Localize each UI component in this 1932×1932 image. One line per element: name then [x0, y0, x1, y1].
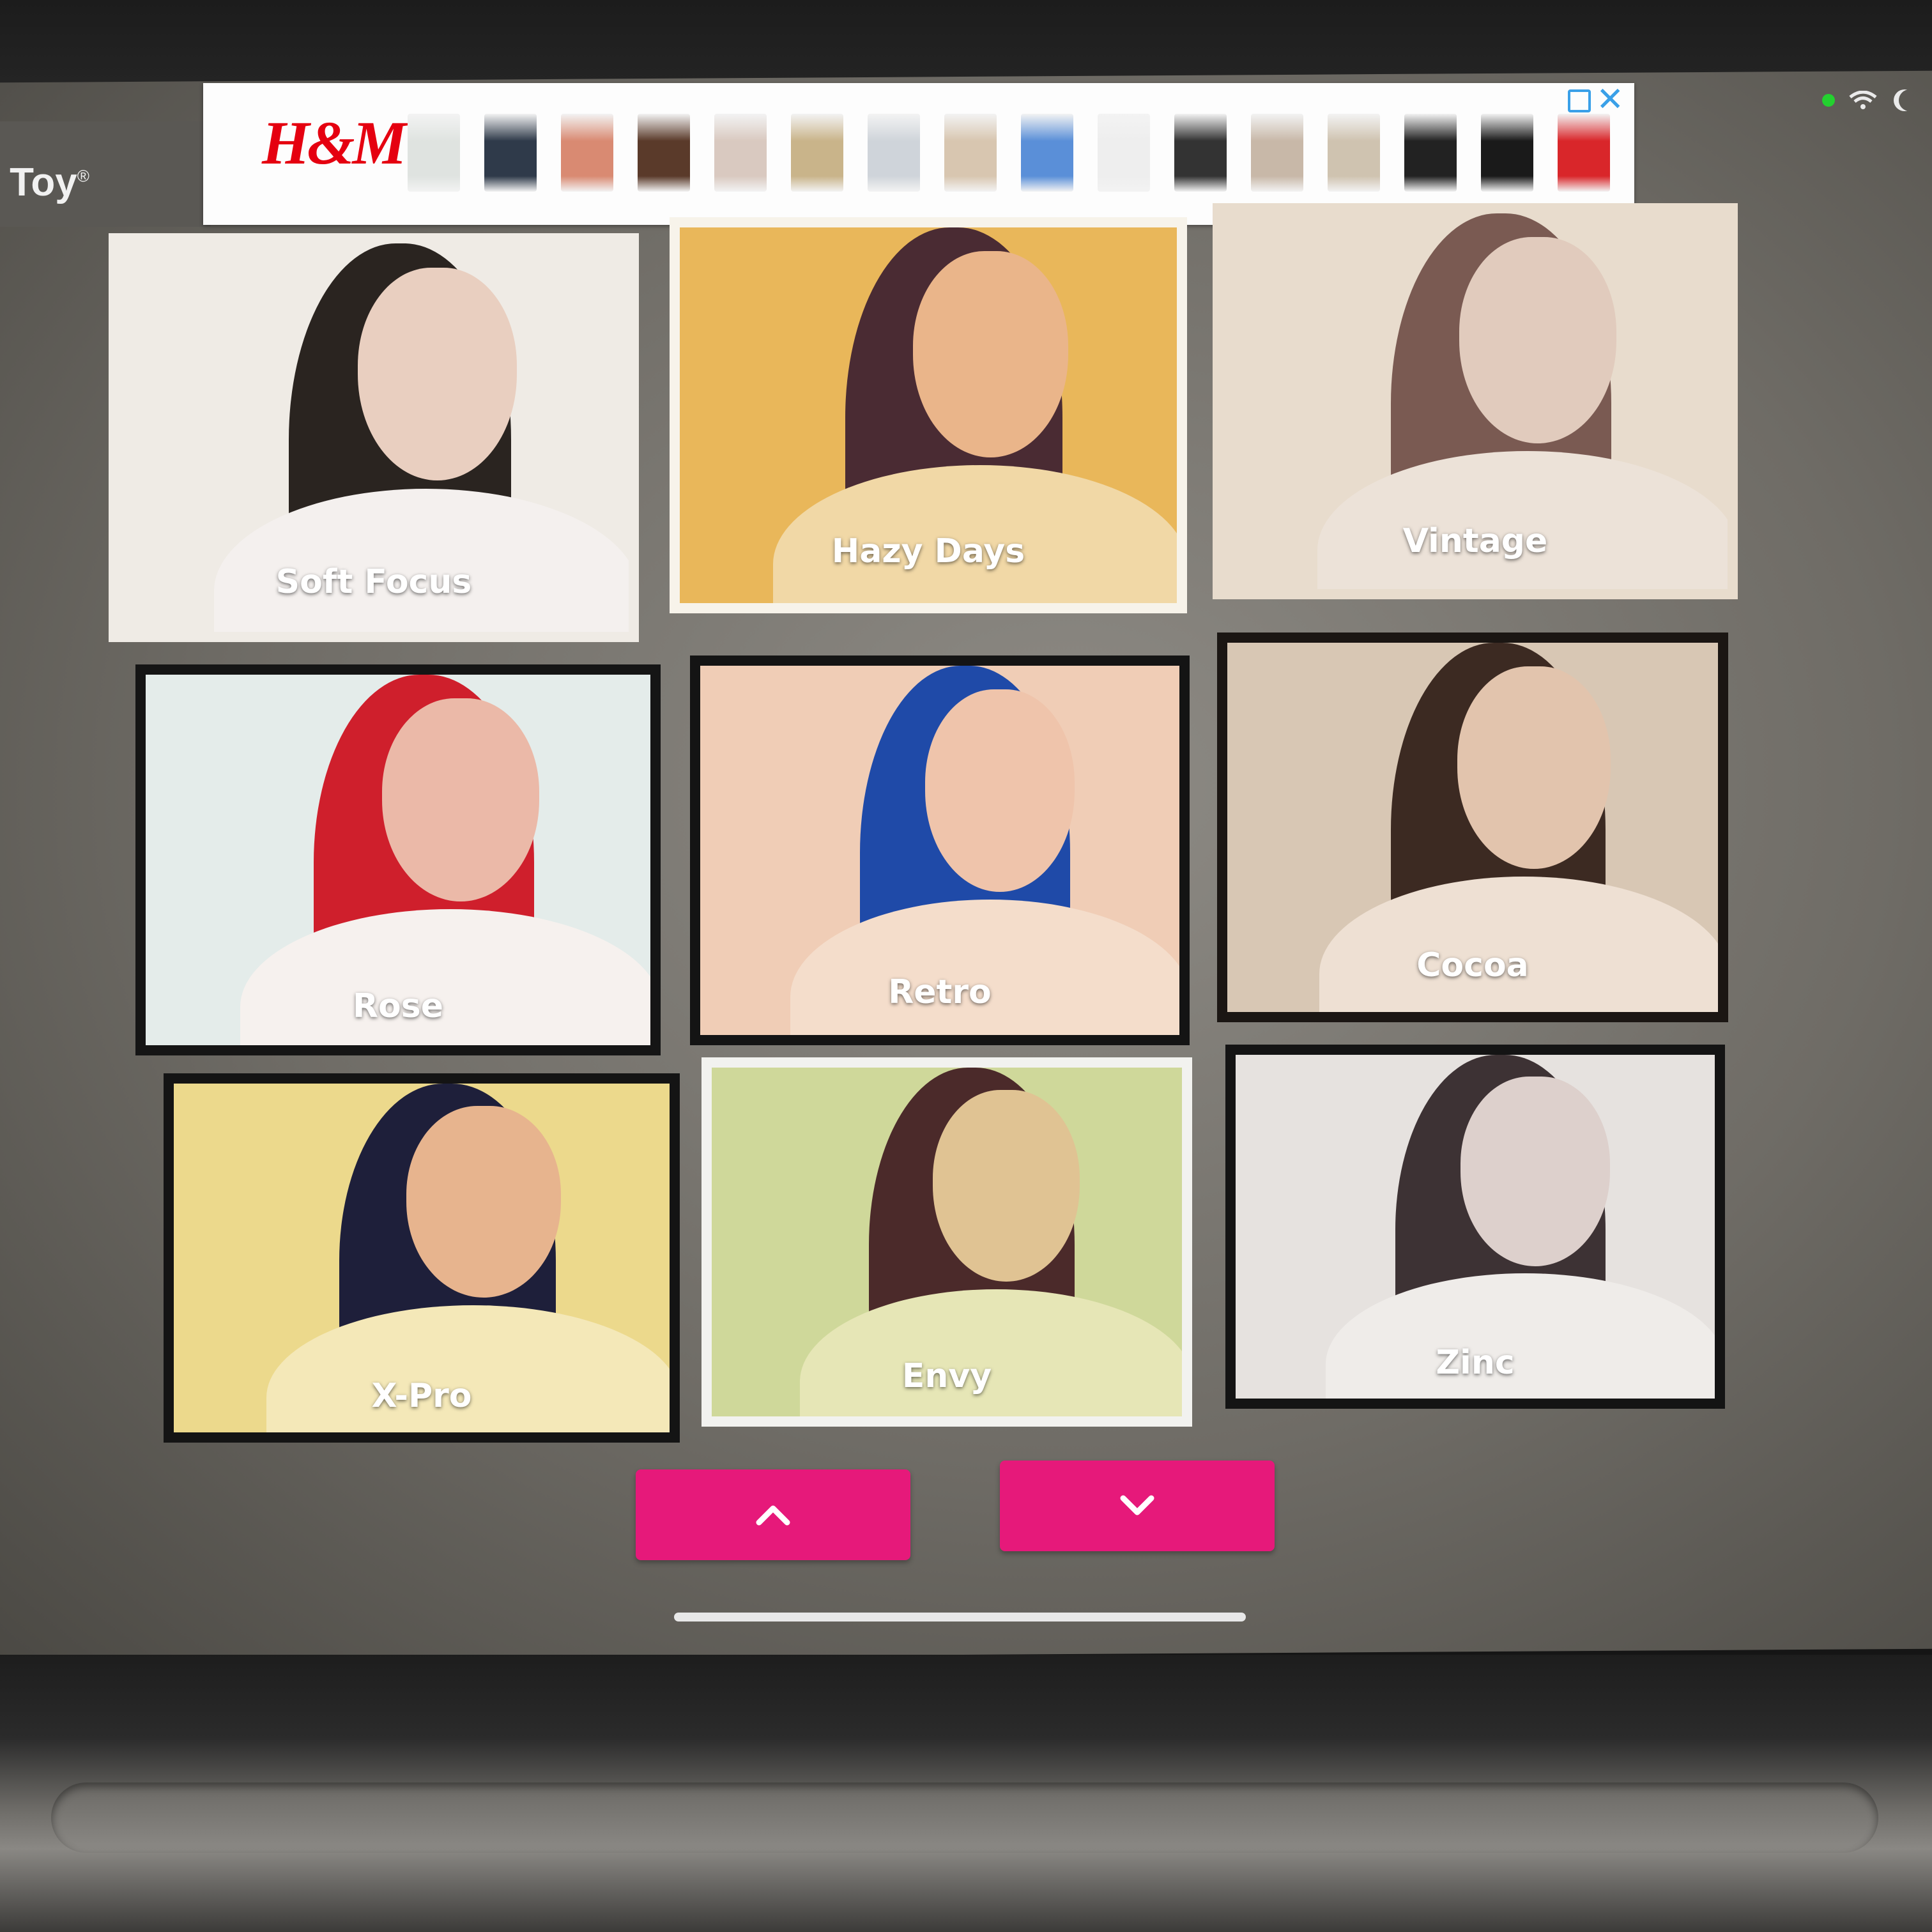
- filter-label: Retro: [888, 972, 992, 1011]
- preview-face: [912, 251, 1068, 457]
- preview-face: [381, 698, 540, 901]
- filter-label: Hazy Days: [831, 532, 1025, 571]
- filter-tile-hazy-days[interactable]: Hazy Days: [670, 217, 1187, 613]
- filter-tile-zinc[interactable]: Zinc: [1225, 1045, 1725, 1409]
- page-up-button[interactable]: [636, 1469, 910, 1560]
- filter-label: X-Pro: [371, 1376, 472, 1415]
- filter-label: Cocoa: [1416, 946, 1529, 985]
- filter-tile-cocoa[interactable]: Cocoa: [1217, 632, 1728, 1022]
- preview-face: [1459, 237, 1617, 443]
- preview-face: [1457, 666, 1611, 869]
- filter-label: Envy: [901, 1356, 992, 1395]
- filter-label: Zinc: [1436, 1343, 1515, 1382]
- preview-face: [406, 1105, 561, 1298]
- preview-shirt: [266, 1305, 670, 1432]
- page-down-button[interactable]: [1000, 1460, 1275, 1551]
- preview-shirt: [240, 909, 650, 1045]
- chevron-down-icon: [1120, 1495, 1154, 1515]
- preview-shirt: [1325, 1273, 1715, 1399]
- preview-face: [924, 689, 1075, 892]
- preview-face: [932, 1089, 1080, 1282]
- home-indicator[interactable]: [674, 1613, 1246, 1621]
- filter-tile-rose[interactable]: Rose: [135, 664, 661, 1055]
- filter-label: Vintage: [1402, 522, 1548, 561]
- filter-tile-x-pro[interactable]: X-Pro: [164, 1073, 680, 1443]
- filter-label: Rose: [353, 986, 443, 1025]
- filter-tile-vintage[interactable]: Vintage: [1213, 203, 1738, 599]
- preview-face: [1460, 1077, 1611, 1266]
- filter-grid: Soft Focus Hazy Days Vintage Rose Retro Cocoa…: [0, 0, 1932, 1932]
- filter-label: Soft Focus: [275, 563, 472, 602]
- preview-face: [357, 268, 517, 481]
- chevron-up-icon: [756, 1505, 790, 1526]
- case-pencil-groove: [51, 1782, 1878, 1853]
- filter-tile-retro[interactable]: Retro: [690, 656, 1190, 1045]
- filter-tile-soft-focus[interactable]: Soft Focus: [109, 233, 639, 642]
- filter-tile-envy[interactable]: Envy: [702, 1057, 1192, 1427]
